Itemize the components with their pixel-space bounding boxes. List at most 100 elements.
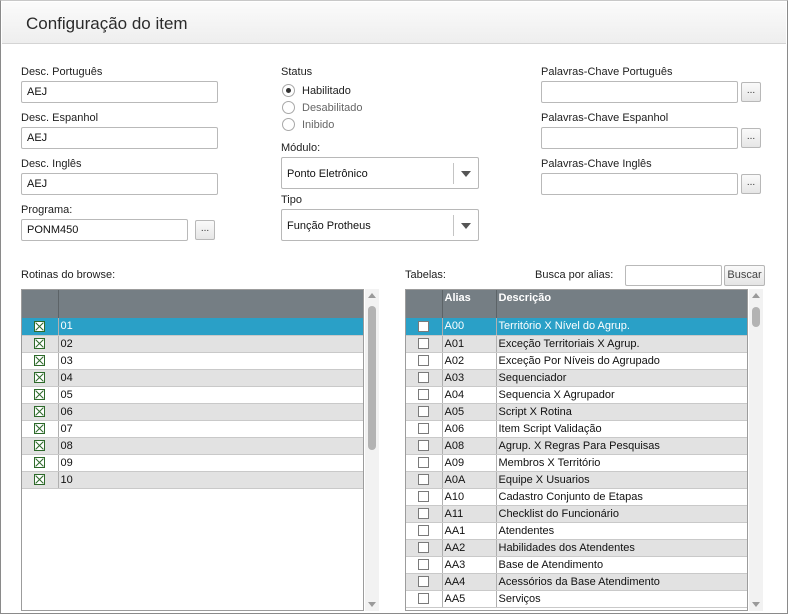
table-row[interactable]: 06 [22,403,363,421]
keywords-espanhol-field[interactable] [541,127,738,149]
table-row[interactable]: A08 Agrup. X Regras Para Pesquisas [406,437,747,455]
keywords-portugues-field[interactable] [541,81,738,103]
buscar-button[interactable]: Buscar [724,265,765,286]
keywords-ingles-button[interactable]: ... [741,174,761,194]
status-desabilitado-radio[interactable]: Desabilitado [282,101,363,114]
rotinas-grid[interactable]: 01 02 03 04 05 06 07 08 09 10 [21,289,364,611]
column-header-check[interactable] [406,290,443,318]
column-header-alias[interactable]: Alias [442,290,497,318]
status-inibido-radio[interactable]: Inibido [282,118,334,131]
table-row[interactable]: AA2 Habilidades dos Atendentes [406,539,747,557]
row-checkbox[interactable] [418,320,430,332]
scroll-down-icon[interactable] [752,602,760,607]
table-row[interactable]: A03 Sequenciador [406,369,747,387]
tabelas-scrollbar[interactable] [749,289,763,611]
desc-portugues-field[interactable] [21,81,218,103]
row-checkbox[interactable] [34,457,46,469]
row-checkbox[interactable] [34,338,46,350]
row-checkbox[interactable] [418,338,430,350]
scroll-thumb[interactable] [368,306,376,450]
table-row[interactable]: A00 Território X Nível do Agrup. [406,318,747,336]
row-checkbox[interactable] [34,320,46,332]
table-row[interactable]: 10 [22,471,363,489]
tipo-select[interactable]: Função Protheus [281,209,479,241]
busca-alias-input[interactable] [625,265,722,286]
alias-cell: A09 [442,454,497,472]
row-checkbox-cell [22,420,59,438]
modulo-select[interactable]: Ponto Eletrônico [281,157,479,189]
table-row[interactable]: A05 Script X Rotina [406,403,747,421]
table-row[interactable]: A06 Item Script Validação [406,420,747,438]
column-header-descricao[interactable]: Descrição [496,290,747,318]
row-checkbox[interactable] [418,576,430,588]
row-checkbox[interactable] [34,474,46,486]
radio-selected-icon [282,84,295,97]
table-row[interactable]: A11 Checklist do Funcionário [406,505,747,523]
table-row[interactable]: A0A Equipe X Usuarios [406,471,747,489]
keywords-espanhol-button[interactable]: ... [741,128,761,148]
row-checkbox[interactable] [418,491,430,503]
scroll-up-icon[interactable] [368,293,376,298]
modulo-value: Ponto Eletrônico [287,168,368,180]
rotina-cell: 06 [58,403,363,421]
table-row[interactable]: AA5 Serviços [406,590,747,608]
table-row[interactable]: 04 [22,369,363,387]
row-checkbox[interactable] [418,372,430,384]
row-checkbox[interactable] [418,406,430,418]
row-checkbox[interactable] [418,440,430,452]
alias-cell: A05 [442,403,497,421]
status-habilitado-radio[interactable]: Habilitado [282,84,351,97]
table-row[interactable]: 01 [22,318,363,336]
table-row[interactable]: 08 [22,437,363,455]
row-checkbox[interactable] [418,542,430,554]
column-header-check[interactable] [22,290,59,318]
row-checkbox[interactable] [34,423,46,435]
programa-lookup-button[interactable]: ... [195,220,215,240]
desc-ingles-field[interactable] [21,173,218,195]
table-row[interactable]: A02 Exceção Por Níveis do Agrupado [406,352,747,370]
keywords-ingles-field[interactable] [541,173,738,195]
row-checkbox[interactable] [34,406,46,418]
row-checkbox[interactable] [34,372,46,384]
desc-espanhol-field[interactable] [21,127,218,149]
table-row[interactable]: A01 Exceção Territoriais X Agrup. [406,335,747,353]
row-checkbox[interactable] [418,389,430,401]
row-checkbox[interactable] [418,355,430,367]
row-checkbox[interactable] [418,457,430,469]
row-checkbox[interactable] [34,389,46,401]
column-header-rotina[interactable] [58,290,363,318]
rotinas-scrollbar[interactable] [365,289,379,611]
table-row[interactable]: AA4 Acessórios da Base Atendimento [406,573,747,591]
tabelas-grid[interactable]: Alias Descrição A00 Território X Nível do… [405,289,748,611]
row-checkbox[interactable] [34,355,46,367]
row-checkbox[interactable] [418,423,430,435]
row-checkbox[interactable] [418,593,430,605]
scroll-thumb[interactable] [752,307,760,327]
scroll-up-icon[interactable] [752,293,760,298]
descricao-cell: Checklist do Funcionário [496,505,747,523]
descricao-cell: Exceção Territoriais X Agrup. [496,335,747,353]
table-row[interactable]: AA3 Base de Atendimento [406,556,747,574]
table-row[interactable]: A10 Cadastro Conjunto de Etapas [406,488,747,506]
table-row[interactable]: 03 [22,352,363,370]
scroll-down-icon[interactable] [368,602,376,607]
programa-field[interactable] [21,219,188,241]
table-row[interactable]: A09 Membros X Território [406,454,747,472]
row-checkbox[interactable] [418,525,430,537]
row-checkbox-cell [22,318,59,336]
table-row[interactable]: 02 [22,335,363,353]
table-row[interactable]: 09 [22,454,363,472]
row-checkbox-cell [22,386,59,404]
table-row[interactable]: 07 [22,420,363,438]
alias-cell: A06 [442,420,497,438]
row-checkbox-cell [406,573,443,591]
keywords-portugues-button[interactable]: ... [741,82,761,102]
row-checkbox[interactable] [418,508,430,520]
row-checkbox[interactable] [418,474,430,486]
table-row[interactable]: AA1 Atendentes [406,522,747,540]
row-checkbox[interactable] [34,440,46,452]
row-checkbox-cell [406,590,443,608]
table-row[interactable]: 05 [22,386,363,404]
row-checkbox[interactable] [418,559,430,571]
table-row[interactable]: A04 Sequencia X Agrupador [406,386,747,404]
